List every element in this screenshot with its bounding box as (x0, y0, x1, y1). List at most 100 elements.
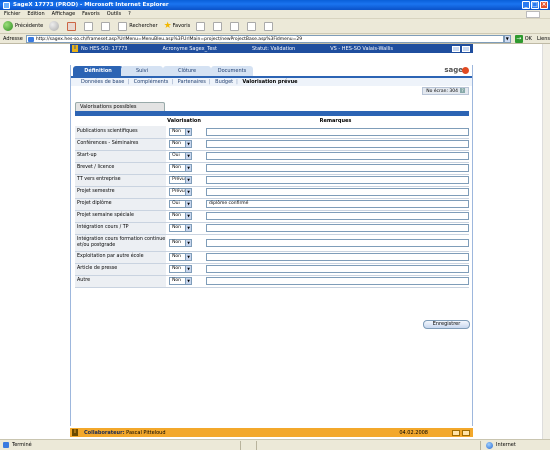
subnav-complements[interactable]: Compléments (134, 79, 169, 85)
subnav-donnees-base[interactable]: Données de base (81, 79, 124, 85)
remark-input[interactable] (206, 265, 469, 273)
chevron-down-icon: ▼ (185, 165, 192, 171)
valorisation-select[interactable]: Non ▼ (169, 212, 193, 220)
valorisation-value: Non (172, 165, 182, 170)
mail-icon[interactable] (462, 429, 470, 436)
valorisation-value: Prévu (172, 189, 185, 194)
history-icon (196, 21, 206, 31)
valorisation-select[interactable]: Oui ▼ (169, 152, 193, 160)
address-dropdown[interactable]: ▼ (503, 34, 511, 43)
remark-input[interactable] (206, 224, 469, 232)
refresh-icon[interactable] (452, 45, 460, 52)
address-input[interactable]: http://sagex.hes-so.ch/frameset.asp?UrlM… (25, 34, 504, 43)
valorisation-select[interactable]: Non ▼ (169, 140, 193, 148)
menu-edition[interactable]: Edition (27, 11, 44, 17)
print-button[interactable] (230, 21, 241, 31)
mail-button[interactable] (213, 21, 224, 31)
valorisation-select[interactable]: Non ▼ (169, 224, 193, 232)
row-label: Start-up (75, 150, 167, 163)
tab-documents[interactable]: Documents (211, 66, 253, 76)
remark-input[interactable] (206, 253, 469, 261)
chevron-down-icon: ▼ (185, 225, 192, 231)
valorisation-select[interactable]: Oui ▼ (169, 200, 193, 208)
discuss-button[interactable] (264, 21, 275, 31)
go-button[interactable]: → OK (514, 34, 532, 43)
subnav-budget[interactable]: Budget (215, 79, 233, 85)
valorisation-select[interactable]: Non ▼ (169, 277, 193, 285)
screen-number: No écran: 304 (426, 89, 458, 94)
status-segment (239, 440, 256, 450)
valorisation-select[interactable]: Non ▼ (169, 253, 193, 261)
subnav-separator: | (127, 79, 130, 85)
maximize-button[interactable]: □ (531, 1, 539, 9)
edit-button[interactable] (247, 21, 258, 31)
remark-input[interactable] (206, 140, 469, 148)
go-arrow-icon: → (514, 34, 523, 43)
links-button[interactable]: Liens (537, 36, 550, 42)
stop-button[interactable] (67, 21, 78, 31)
vertical-scrollbar[interactable] (542, 44, 550, 439)
info-icon[interactable]: i (72, 45, 78, 52)
tab-cloture[interactable]: Clôture (163, 66, 211, 76)
table-row: TT vers entreprise Prévu ▼ (75, 174, 469, 187)
refresh-button[interactable] (84, 21, 95, 31)
forward-button[interactable] (49, 21, 61, 31)
remark-input[interactable] (206, 238, 469, 247)
menu-favoris[interactable]: Favoris (82, 11, 100, 17)
row-label: Intégration cours / TP (75, 222, 167, 235)
menu-help[interactable]: ? (128, 11, 131, 17)
remark-input[interactable] (206, 188, 469, 196)
save-button[interactable]: Enregistrer (423, 320, 470, 329)
row-label: Exploitation par autre école (75, 251, 167, 264)
valorisation-cell: Prévu ▼ (166, 186, 202, 199)
discuss-icon (264, 21, 274, 31)
tab-definition[interactable]: Définition (73, 66, 123, 76)
remark-input[interactable] (206, 152, 469, 160)
remark-input[interactable]: diplôme confirmé (206, 200, 469, 208)
remark-input[interactable] (206, 176, 469, 184)
window-title: SageX 17773 (PROD) - Microsoft Internet … (13, 2, 169, 8)
back-button[interactable]: Précédente (3, 21, 43, 31)
footer-date: 04.02.2008 (399, 429, 428, 436)
favorites-button[interactable]: ★ Favoris (164, 21, 191, 31)
home-icon (101, 21, 111, 31)
page-icon (27, 36, 34, 42)
row-label: Autre (75, 275, 167, 288)
remark-input[interactable] (206, 212, 469, 220)
stop-icon (67, 21, 77, 31)
menu-fichier[interactable]: Fichier (4, 11, 20, 17)
menu-affichage[interactable]: Affichage (52, 11, 76, 17)
close-button[interactable]: × (540, 1, 548, 9)
valorisation-cell: Non ▼ (166, 126, 202, 139)
remark-input[interactable] (206, 164, 469, 172)
footer-info-icon[interactable]: i (72, 429, 78, 436)
remark-input[interactable] (206, 127, 469, 136)
valorisation-cell: Non ▼ (166, 138, 202, 151)
tabs-row: Définition Suivi Clôture Documents sage (71, 65, 472, 76)
remark-input[interactable] (206, 277, 469, 285)
ie-app-icon (3, 1, 10, 9)
menu-outils[interactable]: Outils (107, 11, 121, 17)
expand-icon[interactable] (462, 45, 470, 52)
section-title-tab: Valorisations possibles (75, 102, 165, 111)
search-button[interactable]: Rechercher (118, 21, 158, 31)
folder-icon[interactable] (452, 429, 460, 436)
remark-cell (202, 222, 469, 235)
valorisation-select[interactable]: Prévu ▼ (169, 176, 193, 184)
subnav-partenaires[interactable]: Partenaires (178, 79, 206, 85)
valorisation-cell: Prévu ▼ (166, 174, 202, 187)
valorisation-select[interactable]: Non ▼ (169, 238, 193, 247)
home-button[interactable] (101, 21, 112, 31)
minimize-button[interactable]: _ (522, 1, 530, 9)
valorisation-select[interactable]: Prévu ▼ (169, 188, 193, 196)
valorisation-select[interactable]: Non ▼ (169, 164, 193, 172)
valorisation-value: Non (172, 225, 182, 230)
valorisation-select[interactable]: Non ▼ (169, 265, 193, 273)
chevron-down-icon: ▼ (185, 177, 192, 183)
valorisation-select[interactable]: Non ▼ (169, 127, 193, 136)
help-icon[interactable]: ? (460, 88, 465, 93)
table-row: Brevet / licence Non ▼ (75, 162, 469, 175)
history-button[interactable] (196, 21, 207, 31)
valorisation-cell: Non ▼ (166, 210, 202, 223)
tab-suivi[interactable]: Suivi (121, 66, 163, 76)
